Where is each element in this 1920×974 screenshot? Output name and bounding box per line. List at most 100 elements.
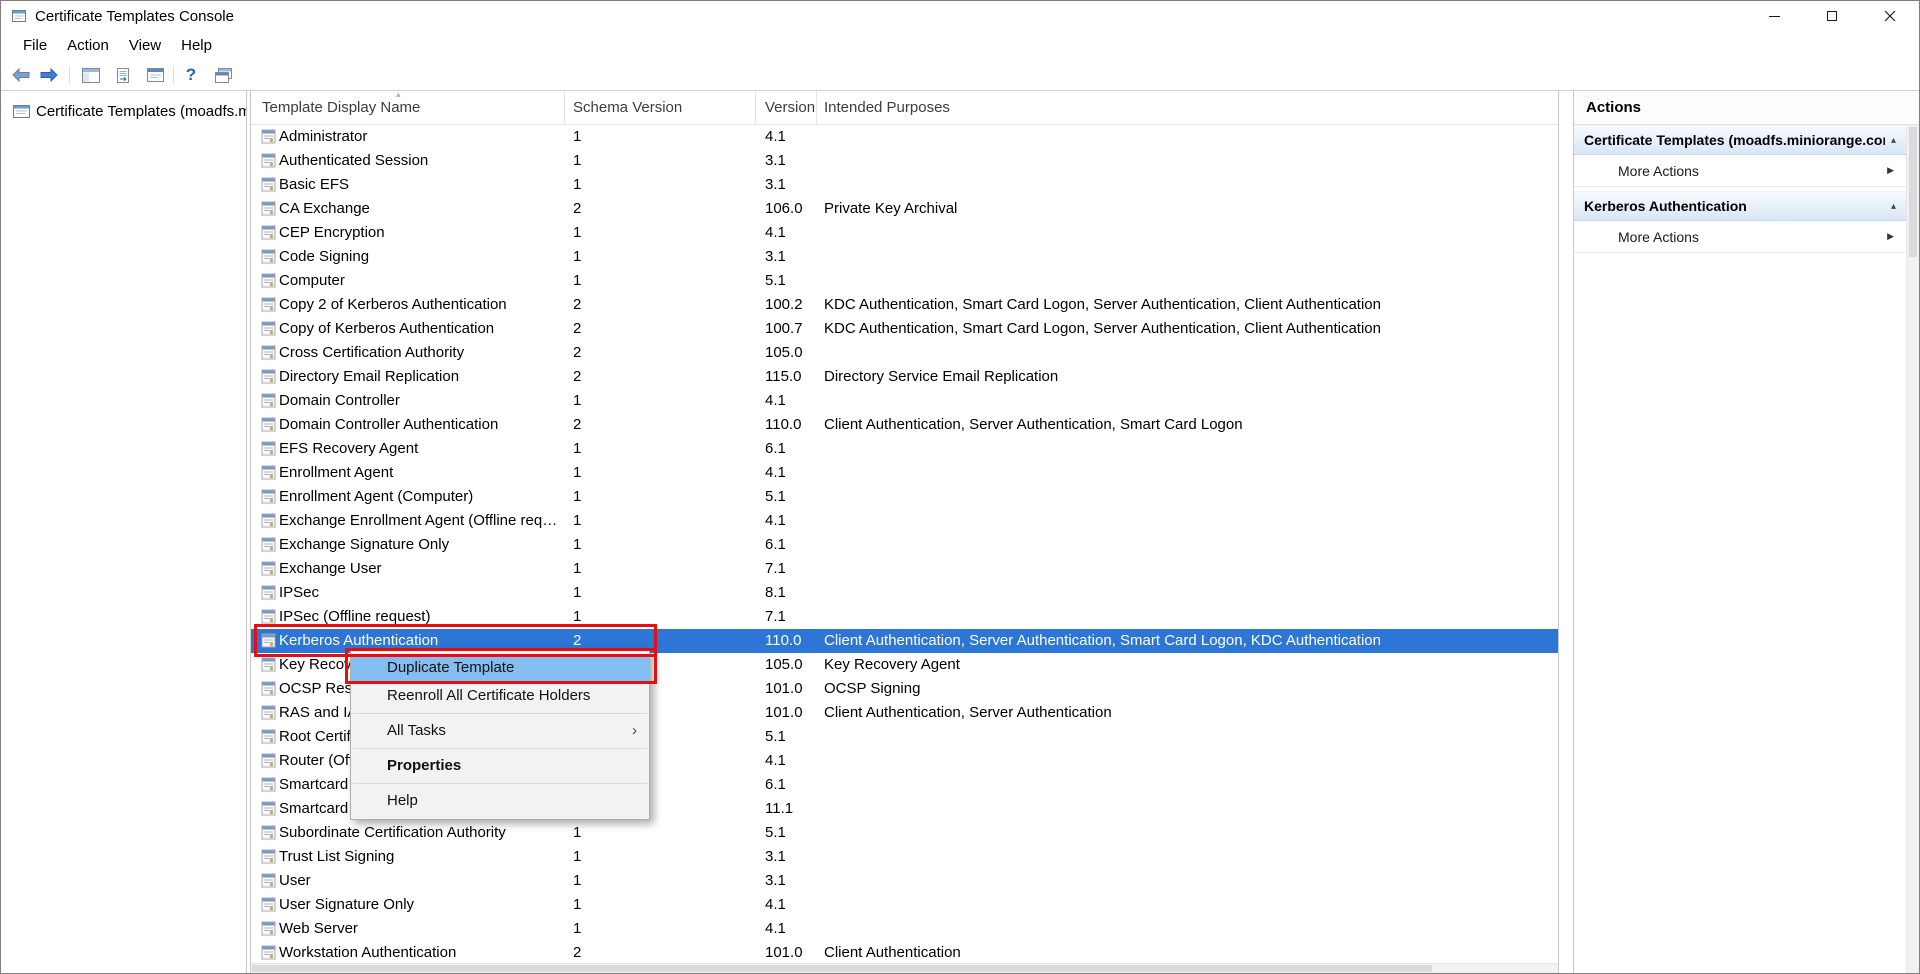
toolbar-separator [173, 66, 174, 84]
cell-template-display-name: Subordinate Certification Authority [279, 821, 563, 845]
cell-schema-version: 1 [573, 125, 581, 149]
new-window-button[interactable] [209, 62, 237, 88]
cell-version: 7.1 [765, 557, 786, 581]
list-row-cep-encryption[interactable]: CEP Encryption 1 4.1 [251, 221, 1558, 245]
list-row-basic-efs[interactable]: Basic EFS 1 3.1 [251, 173, 1558, 197]
list-row-enrollment-agent-computer[interactable]: Enrollment Agent (Computer) 1 5.1 [251, 485, 1558, 509]
toolbar-separator [69, 66, 70, 84]
cell-schema-version: 1 [573, 509, 581, 533]
list-row-subordinate-certification-authority[interactable]: Subordinate Certification Authority 1 5.… [251, 821, 1558, 845]
cell-version: 4.1 [765, 461, 786, 485]
cell-version: 5.1 [765, 821, 786, 845]
help-icon: ? [186, 65, 196, 85]
cell-version: 8.1 [765, 581, 786, 605]
actions-scrollbar-thumb[interactable] [1909, 127, 1917, 257]
menu-item-file[interactable]: File [13, 31, 57, 59]
more-actions-label: More Actions [1618, 229, 1699, 245]
horizontal-scrollbar[interactable] [251, 963, 1558, 973]
list-row-exchange-signature-only[interactable]: Exchange Signature Only 1 6.1 [251, 533, 1558, 557]
list-row-exchange-enrollment-agent-offline-request[interactable]: Exchange Enrollment Agent (Offline reque… [251, 509, 1558, 533]
context-menu-item-help[interactable]: Help [351, 787, 649, 815]
list-row-authenticated-session[interactable]: Authenticated Session 1 3.1 [251, 149, 1558, 173]
list-row-computer[interactable]: Computer 1 5.1 [251, 269, 1558, 293]
cell-schema-version: 1 [573, 389, 581, 413]
menu-item-help[interactable]: Help [171, 31, 222, 59]
cell-schema-version: 2 [573, 365, 581, 389]
back-button[interactable] [7, 62, 35, 88]
close-button[interactable] [1861, 1, 1919, 31]
cell-schema-version: 2 [573, 197, 581, 221]
context-menu-item-properties[interactable]: Properties [351, 752, 649, 780]
cell-intended-purposes: Private Key Archival [824, 197, 957, 221]
menu-bar: File Action View Help [1, 31, 1919, 59]
collapse-chevron-icon[interactable]: ▴ [1885, 201, 1896, 212]
list-row-ipsec-offline-request[interactable]: IPSec (Offline request) 1 7.1 [251, 605, 1558, 629]
list-row-cross-certification-authority[interactable]: Cross Certification Authority 2 105.0 [251, 341, 1558, 365]
cell-version: 101.0 [765, 677, 803, 701]
context-menu-item-duplicate-template[interactable]: Duplicate Template [351, 654, 649, 682]
list-row-domain-controller[interactable]: Domain Controller 1 4.1 [251, 389, 1558, 413]
menu-item-action[interactable]: Action [57, 31, 119, 59]
cell-template-display-name: Domain Controller [279, 389, 563, 413]
cell-version: 105.0 [765, 341, 803, 365]
more-actions-certificate-templates-moadfs-miniorange-com[interactable]: More Actions ▶ [1574, 155, 1906, 187]
list-row-efs-recovery-agent[interactable]: EFS Recovery Agent 1 6.1 [251, 437, 1558, 461]
export-list-button[interactable] [109, 62, 137, 88]
more-actions-kerberos-authentication[interactable]: More Actions ▶ [1574, 221, 1906, 253]
list-row-trust-list-signing[interactable]: Trust List Signing 1 3.1 [251, 845, 1558, 869]
context-menu-item-all-tasks[interactable]: All Tasks › [351, 717, 649, 745]
certificate-template-icon [261, 249, 276, 264]
actions-section-header[interactable]: Kerberos Authentication ▴ [1574, 191, 1906, 221]
actions-scrollbar[interactable] [1906, 125, 1919, 973]
certificate-template-icon [261, 297, 276, 312]
cell-schema-version: 2 [573, 293, 581, 317]
menu-item-view[interactable]: View [119, 31, 171, 59]
context-menu-item-reenroll-all-certificate-holders[interactable]: Reenroll All Certificate Holders [351, 682, 649, 710]
horizontal-scrollbar-thumb[interactable] [252, 965, 1432, 972]
list-row-web-server[interactable]: Web Server 1 4.1 [251, 917, 1558, 941]
app-icon [11, 8, 27, 24]
show-hide-console-tree-button[interactable] [77, 62, 105, 88]
maximize-button[interactable] [1803, 1, 1861, 31]
list-row-workstation-authentication[interactable]: Workstation Authentication 2 101.0 Clien… [251, 941, 1558, 963]
cell-version: 6.1 [765, 533, 786, 557]
cell-version: 4.1 [765, 917, 786, 941]
column-header-version[interactable]: Version [756, 91, 817, 124]
list-row-domain-controller-authentication[interactable]: Domain Controller Authentication 2 110.0… [251, 413, 1558, 437]
cell-version: 100.2 [765, 293, 803, 317]
column-header-template-display-name[interactable]: Template Display Name [251, 91, 565, 124]
list-row-code-signing[interactable]: Code Signing 1 3.1 [251, 245, 1558, 269]
certificate-template-icon [261, 465, 276, 480]
cell-intended-purposes: KDC Authentication, Smart Card Logon, Se… [824, 317, 1381, 341]
cell-schema-version: 2 [573, 341, 581, 365]
list-row-ca-exchange[interactable]: CA Exchange 2 106.0 Private Key Archival [251, 197, 1558, 221]
collapse-chevron-icon[interactable]: ▴ [1885, 135, 1896, 146]
list-row-user-signature-only[interactable]: User Signature Only 1 4.1 [251, 893, 1558, 917]
menu-separator [353, 748, 647, 749]
certificate-template-icon [261, 321, 276, 336]
certificate-template-icon [261, 873, 276, 888]
title-bar[interactable]: Certificate Templates Console [1, 1, 1919, 31]
list-row-ipsec[interactable]: IPSec 1 8.1 [251, 581, 1558, 605]
list-row-exchange-user[interactable]: Exchange User 1 7.1 [251, 557, 1558, 581]
list-row-directory-email-replication[interactable]: Directory Email Replication 2 115.0 Dire… [251, 365, 1558, 389]
certificate-template-icon [261, 681, 276, 696]
certificate-template-icon [261, 801, 276, 816]
tree-item-certificate-templates[interactable]: Certificate Templates (moadfs.miniorange… [1, 99, 246, 123]
list-row-copy-2-of-kerberos-authentication[interactable]: Copy 2 of Kerberos Authentication 2 100.… [251, 293, 1558, 317]
actions-section-header[interactable]: Certificate Templates (moadfs.miniorange… [1574, 125, 1906, 155]
list-row-user[interactable]: User 1 3.1 [251, 869, 1558, 893]
list-row-copy-of-kerberos-authentication[interactable]: Copy of Kerberos Authentication 2 100.7 … [251, 317, 1558, 341]
list-row-enrollment-agent[interactable]: Enrollment Agent 1 4.1 [251, 461, 1558, 485]
cell-intended-purposes: KDC Authentication, Smart Card Logon, Se… [824, 293, 1381, 317]
cell-schema-version: 2 [573, 413, 581, 437]
forward-button[interactable] [35, 62, 63, 88]
cell-schema-version: 1 [573, 581, 581, 605]
minimize-button[interactable] [1745, 1, 1803, 31]
properties-button[interactable] [141, 62, 169, 88]
help-button[interactable]: ? [177, 62, 205, 88]
column-header-schema-version[interactable]: Schema Version [565, 91, 756, 124]
list-row-administrator[interactable]: Administrator 1 4.1 [251, 125, 1558, 149]
certificate-template-icon [261, 729, 276, 744]
column-header-intended-purposes[interactable]: Intended Purposes [817, 91, 1457, 124]
